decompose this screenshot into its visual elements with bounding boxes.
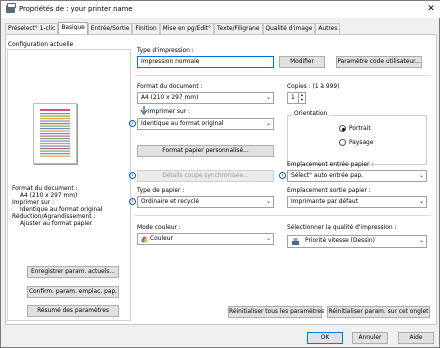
- print-quality-label: Sélectionner la qualité d'impression :: [287, 225, 397, 231]
- document-thumbnail: [40, 109, 70, 157]
- print-on-select[interactable]: Identique au format original ⌄: [137, 118, 274, 130]
- job-type-label: Type d'impression :: [137, 48, 194, 54]
- current-config-group: [7, 49, 131, 321]
- page-preview: [33, 103, 77, 164]
- info-icon[interactable]: i: [129, 120, 136, 127]
- reset-tab-settings-button[interactable]: Réinitialiser param. sur cet onglet: [327, 306, 430, 318]
- orientation-label: Orientation: [292, 111, 330, 117]
- chevron-down-icon: ⌄: [265, 94, 271, 101]
- copies-label: Copies : (1 à 999): [287, 84, 340, 90]
- divider: [135, 75, 431, 76]
- chevron-down-icon: ⌄: [418, 172, 424, 179]
- output-tray-value: Imprimante par défaut: [291, 199, 358, 205]
- chevron-down-icon: ⌄: [265, 198, 271, 205]
- copies-input[interactable]: 1 ▴ ▾: [287, 92, 306, 104]
- portrait-label: Portrait: [349, 126, 371, 132]
- paper-type-value: Ordinaire et recyclé: [141, 199, 200, 205]
- copies-stepper[interactable]: ▴ ▾: [298, 93, 305, 103]
- color-mode-label: Mode couleur :: [137, 225, 181, 231]
- print-quality-select[interactable]: Priorité vitesse (Dessin) ⌄: [287, 235, 427, 248]
- arrow-down-icon: [140, 106, 148, 115]
- cancel-button[interactable]: Annuler: [352, 332, 388, 344]
- close-icon[interactable]: ✕: [425, 3, 437, 15]
- doc-size-value: A4 (210 x 297 mm): [141, 95, 199, 101]
- window-title: Propriétés de : your printer name: [19, 5, 133, 13]
- summary-print-on-label: Imprimer sur :: [12, 200, 55, 206]
- settings-summary-button[interactable]: Résumé des paramètres: [27, 305, 119, 317]
- quality-speed-icon: [292, 238, 299, 245]
- reset-all-settings-button[interactable]: Réinitialiser tous les paramètres: [228, 306, 324, 318]
- divider: [135, 215, 431, 216]
- paper-type-select[interactable]: Ordinaire et recyclé ⌄: [137, 196, 274, 208]
- paper-type-label: Type de papier :: [137, 188, 185, 194]
- help-button[interactable]: Aide: [398, 332, 434, 344]
- summary-doc-size-label: Format du document :: [12, 186, 78, 192]
- confirm-tray-settings-button[interactable]: Confirm. param. emplac. pap.: [27, 286, 119, 298]
- properties-dialog: Propriétés de : your printer name ✕ Prés…: [0, 0, 440, 348]
- info-icon[interactable]: i: [129, 172, 136, 179]
- summary-reduce-enlarge-label: Réduction/Agrandissement :: [12, 214, 96, 220]
- save-current-settings-button[interactable]: Enregistrer param. actuels...: [27, 266, 119, 278]
- print-on-label: Imprimer sur :: [148, 109, 191, 115]
- basic-tab-panel: Configuration actuelle Format du documen…: [5, 34, 437, 325]
- doc-size-label: Format du document :: [137, 84, 203, 90]
- print-quality-value: Priorité vitesse (Dessin): [305, 238, 375, 244]
- summary-print-on-value: Identique au format original: [20, 207, 103, 213]
- current-config-label: Configuration actuelle: [8, 42, 74, 48]
- copies-value: 1: [291, 95, 295, 101]
- color-mode-icon: [141, 236, 148, 243]
- output-tray-label: Emplacement sortie papier :: [287, 188, 371, 194]
- sync-cut-details-button[interactable]: Détails coupe synchronisée...: [137, 170, 274, 182]
- chevron-down-icon: ⌄: [265, 235, 271, 242]
- print-on-value: Identique au format original: [141, 121, 224, 127]
- chevron-down-icon: ⌄: [265, 120, 271, 127]
- ok-button[interactable]: OK: [307, 332, 343, 344]
- input-tray-value: Sélect° auto entrée pap.: [291, 173, 364, 179]
- landscape-radio[interactable]: [339, 139, 346, 146]
- user-code-settings-button[interactable]: Paramètre code utilisateur...: [336, 56, 422, 68]
- job-type-select[interactable]: Impression normale: [137, 56, 274, 68]
- modify-button[interactable]: Modifier: [279, 56, 325, 68]
- summary-doc-size-value: A4 (210 x 297 mm): [20, 193, 78, 199]
- chevron-down-icon: ⌄: [418, 198, 424, 205]
- chevron-down-icon: ⌄: [418, 237, 424, 244]
- portrait-radio[interactable]: [339, 125, 346, 132]
- landscape-label: Paysage: [349, 140, 374, 146]
- input-tray-select[interactable]: Sélect° auto entrée pap. ⌄: [287, 170, 427, 182]
- summary-reduce-enlarge-value: Ajuster au format papier: [20, 221, 93, 227]
- input-tray-label: Emplacement entrée papier :: [287, 162, 374, 168]
- custom-paper-size-button[interactable]: Format papier personnalisé...: [137, 145, 274, 157]
- title-bar: Propriétés de : your printer name ✕: [1, 1, 440, 18]
- output-tray-select[interactable]: Imprimante par défaut ⌄: [287, 196, 427, 208]
- info-icon[interactable]: i: [129, 198, 136, 205]
- doc-size-select[interactable]: A4 (210 x 297 mm) ⌄: [137, 92, 274, 104]
- color-mode-select[interactable]: Couleur ⌄: [137, 233, 274, 245]
- printer-icon: [6, 3, 16, 13]
- info-icon[interactable]: i: [279, 172, 286, 179]
